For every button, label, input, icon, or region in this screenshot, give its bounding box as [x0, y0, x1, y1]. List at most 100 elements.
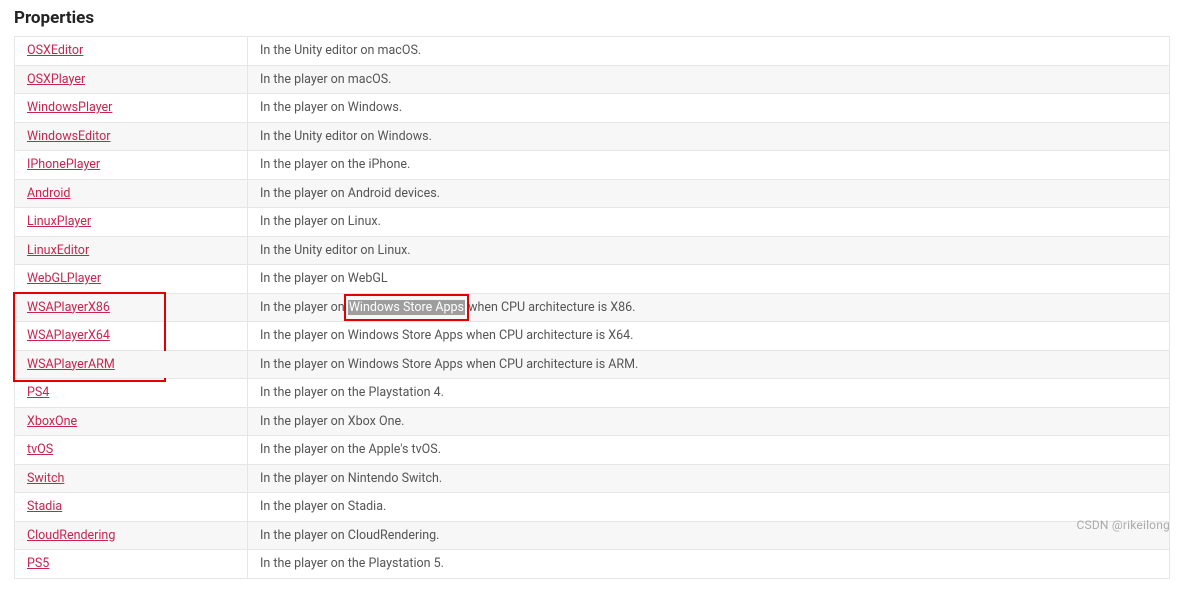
property-name-cell: WSAPlayerARM	[15, 350, 248, 379]
property-desc: In the player on Windows Store Apps when…	[260, 328, 633, 343]
property-desc-cell: In the player on CloudRendering.	[248, 521, 1170, 550]
table-row: Stadia In the player on Stadia.	[15, 493, 1170, 522]
property-link[interactable]: tvOS	[27, 442, 53, 457]
property-desc-cell: In the player on Android devices.	[248, 179, 1170, 208]
table-row: PS4 In the player on the Playstation 4.	[15, 379, 1170, 408]
property-desc: In the Unity editor on Linux.	[260, 243, 411, 258]
table-row: WSAPlayerARM In the player on Windows Sto…	[15, 350, 1170, 379]
property-desc-cell: In the player on Nintendo Switch.	[248, 464, 1170, 493]
property-name-cell: PS4	[15, 379, 248, 408]
property-desc-cell: In the player on the iPhone.	[248, 151, 1170, 180]
property-desc: In the player on Windows Store Apps when…	[260, 357, 638, 372]
property-name-cell: Switch	[15, 464, 248, 493]
property-link[interactable]: WindowsEditor	[27, 129, 110, 144]
property-name-cell: WSAPlayerX86	[15, 293, 248, 322]
property-desc-cell: In the player on Windows.	[248, 94, 1170, 123]
table-row: XboxOne In the player on Xbox One.	[15, 407, 1170, 436]
property-desc: In the Unity editor on Windows.	[260, 129, 432, 144]
property-link[interactable]: WSAPlayerARM	[27, 357, 115, 372]
property-link[interactable]: WindowsPlayer	[27, 100, 112, 115]
property-desc-cell: In the player on the Apple's tvOS.	[248, 436, 1170, 465]
property-desc-cell: In the player on Windows Store Apps when…	[248, 293, 1170, 322]
property-link[interactable]: CloudRendering	[27, 528, 115, 543]
table-row: IPhonePlayer In the player on the iPhone.	[15, 151, 1170, 180]
property-name-cell: OSXPlayer	[15, 65, 248, 94]
table-row: tvOS In the player on the Apple's tvOS.	[15, 436, 1170, 465]
property-desc-cell: In the player on WebGL	[248, 265, 1170, 294]
property-name-cell: IPhonePlayer	[15, 151, 248, 180]
table-row: OSXEditor In the Unity editor on macOS.	[15, 37, 1170, 66]
property-name-cell: WindowsPlayer	[15, 94, 248, 123]
property-name-cell: OSXEditor	[15, 37, 248, 66]
property-desc: In the player on Windows Store Apps when…	[260, 300, 635, 315]
property-link[interactable]: WSAPlayerX64	[27, 328, 110, 343]
table-row: Android In the player on Android devices.	[15, 179, 1170, 208]
property-link[interactable]: PS4	[27, 385, 49, 400]
property-desc: In the player on Xbox One.	[260, 414, 404, 429]
property-desc: In the player on the Playstation 4.	[260, 385, 444, 400]
property-desc: In the player on Linux.	[260, 214, 381, 229]
property-link[interactable]: Android	[27, 186, 70, 201]
table-row: LinuxEditor In the Unity editor on Linux.	[15, 236, 1170, 265]
property-name-cell: Stadia	[15, 493, 248, 522]
property-name-cell: WindowsEditor	[15, 122, 248, 151]
property-link[interactable]: PS5	[27, 556, 49, 571]
property-link[interactable]: OSXPlayer	[27, 72, 85, 87]
table-row: LinuxPlayer In the player on Linux.	[15, 208, 1170, 237]
property-desc-cell: In the player on the Playstation 5.	[248, 550, 1170, 579]
page-title: Properties	[14, 8, 1170, 28]
property-link[interactable]: OSXEditor	[27, 43, 83, 58]
table-row: WindowsPlayer In the player on Windows.	[15, 94, 1170, 123]
table-row: PS5 In the player on the Playstation 5.	[15, 550, 1170, 579]
table-row: CloudRendering In the player on CloudRend…	[15, 521, 1170, 550]
property-desc-cell: In the Unity editor on Windows.	[248, 122, 1170, 151]
property-desc: In the player on the Playstation 5.	[260, 556, 444, 571]
property-desc: In the player on the Apple's tvOS.	[260, 442, 441, 457]
property-desc-cell: In the player on the Playstation 4.	[248, 379, 1170, 408]
property-desc: In the player on Windows.	[260, 100, 402, 115]
property-name-cell: WSAPlayerX64	[15, 322, 248, 351]
property-name-cell: LinuxPlayer	[15, 208, 248, 237]
highlighted-text: Windows Store Apps	[348, 300, 465, 315]
property-name-cell: LinuxEditor	[15, 236, 248, 265]
property-desc: In the player on WebGL	[260, 271, 388, 286]
property-desc: In the player on Stadia.	[260, 499, 386, 514]
property-desc: In the player on Nintendo Switch.	[260, 471, 442, 486]
table-row: OSXPlayer In the player on macOS.	[15, 65, 1170, 94]
property-link[interactable]: WSAPlayerX86	[27, 300, 110, 315]
property-desc: In the player on the iPhone.	[260, 157, 410, 172]
property-desc-cell: In the player on Stadia.	[248, 493, 1170, 522]
property-desc-cell: In the player on Xbox One.	[248, 407, 1170, 436]
property-desc: In the Unity editor on macOS.	[260, 43, 421, 58]
property-link[interactable]: Stadia	[27, 499, 62, 514]
property-link[interactable]: Switch	[27, 471, 64, 486]
property-link[interactable]: LinuxPlayer	[27, 214, 91, 229]
property-desc-cell: In the player on Linux.	[248, 208, 1170, 237]
property-link[interactable]: IPhonePlayer	[27, 157, 100, 172]
desc-pre: In the player on	[260, 300, 348, 315]
property-desc-cell: In the Unity editor on macOS.	[248, 37, 1170, 66]
desc-post: when CPU architecture is X86.	[465, 300, 636, 315]
table-row: WSAPlayerX86 In the player on Windows Sto…	[15, 293, 1170, 322]
property-desc: In the player on Android devices.	[260, 186, 440, 201]
property-name-cell: CloudRendering	[15, 521, 248, 550]
property-link[interactable]: XboxOne	[27, 414, 77, 429]
properties-table: OSXEditorIn the Unity editor on macOS.OS…	[14, 36, 1170, 579]
property-name-cell: WebGLPlayer	[15, 265, 248, 294]
property-desc-cell: In the player on macOS.	[248, 65, 1170, 94]
property-desc-cell: In the player on Windows Store Apps when…	[248, 322, 1170, 351]
property-desc: In the player on CloudRendering.	[260, 528, 439, 543]
property-desc-cell: In the player on Windows Store Apps when…	[248, 350, 1170, 379]
property-link[interactable]: WebGLPlayer	[27, 271, 101, 286]
property-name-cell: tvOS	[15, 436, 248, 465]
property-desc: In the player on macOS.	[260, 72, 391, 87]
property-name-cell: XboxOne	[15, 407, 248, 436]
table-row: WSAPlayerX64 In the player on Windows Sto…	[15, 322, 1170, 351]
property-link[interactable]: LinuxEditor	[27, 243, 89, 258]
property-desc-cell: In the Unity editor on Linux.	[248, 236, 1170, 265]
table-row: WebGLPlayer In the player on WebGL	[15, 265, 1170, 294]
table-row: Switch In the player on Nintendo Switch.	[15, 464, 1170, 493]
property-name-cell: PS5	[15, 550, 248, 579]
properties-page: Properties OSXEditor In the Unity editor …	[0, 0, 1184, 599]
property-name-cell: Android	[15, 179, 248, 208]
